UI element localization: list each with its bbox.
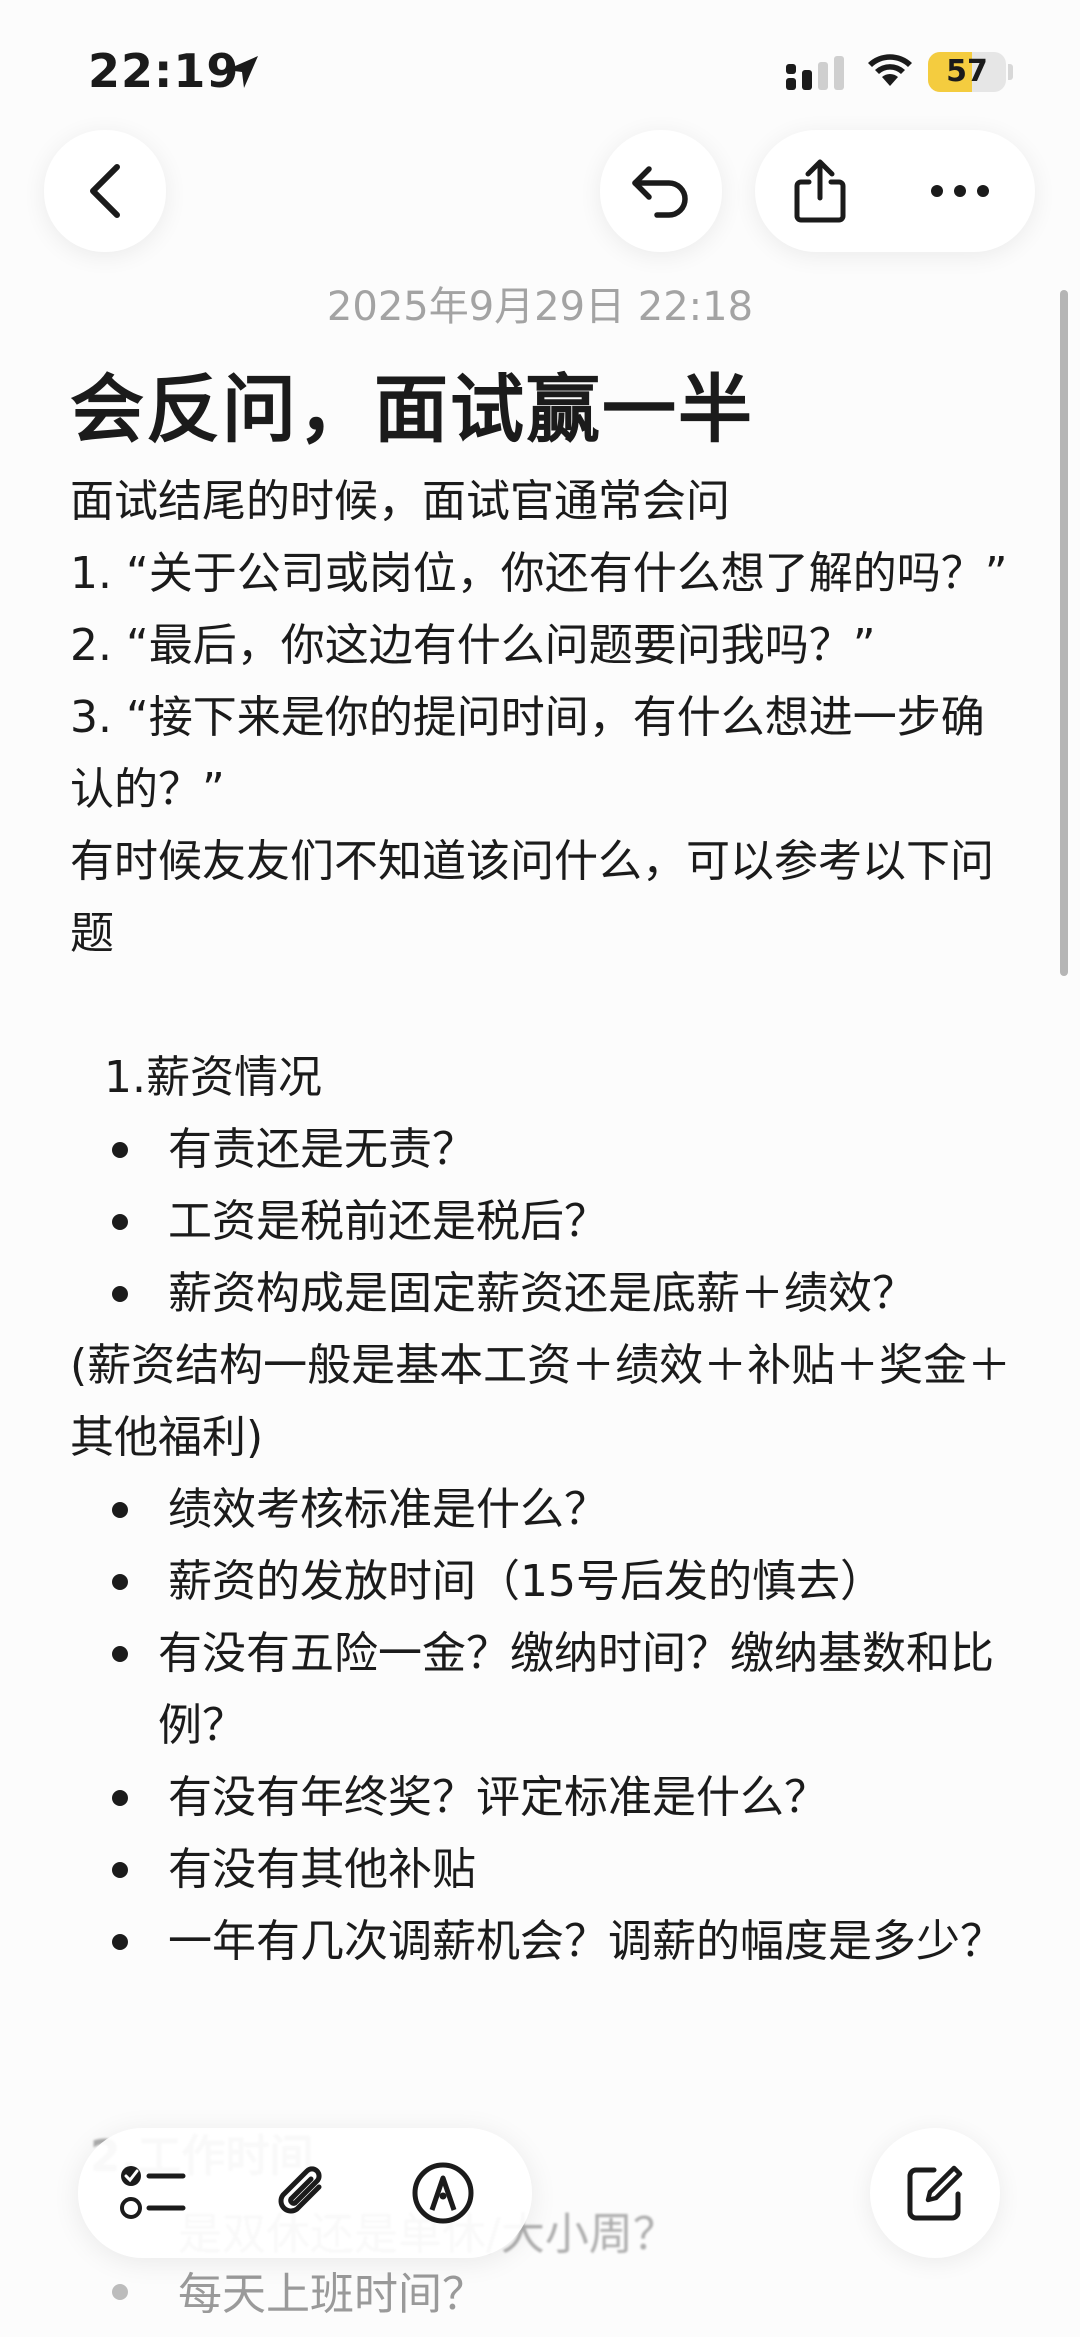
- scrollbar[interactable]: [1060, 290, 1068, 976]
- status-time: 22:19: [88, 44, 240, 98]
- intro-suggestion: 有时候友友们不知道该问什么，可以参考以下问题: [70, 836, 994, 959]
- note-date: 2025年9月29日 22:18: [326, 284, 754, 330]
- wifi-icon: [868, 54, 912, 86]
- undo-button[interactable]: [600, 130, 722, 252]
- compose-button[interactable]: [870, 2128, 1000, 2258]
- status-bar: 22:19 57: [0, 0, 1080, 130]
- markup-button[interactable]: [388, 2128, 498, 2258]
- bullet-item: 有没有其他补贴: [70, 1834, 1020, 1906]
- back-button[interactable]: [44, 130, 166, 252]
- battery-percent: 57: [946, 54, 988, 89]
- more-button[interactable]: [895, 130, 1025, 252]
- bullet-item: 绩效考核标准是什么？: [70, 1474, 1020, 1546]
- cellular-signal-icon: [786, 56, 844, 90]
- bullet-item: 薪资的发放时间（15号后发的慎去）: [70, 1546, 1020, 1618]
- ellipsis-icon: [931, 185, 989, 197]
- share-button[interactable]: [755, 130, 885, 252]
- bullet-item: 有没有五险一金？缴纳时间？缴纳基数和比例？: [70, 1618, 1020, 1762]
- bullet-item: 薪资构成是固定薪资还是底薪＋绩效？: [70, 1258, 1020, 1330]
- attach-button[interactable]: [248, 2128, 358, 2258]
- intro-question-3: 3. “接下来是你的提问时间，有什么想进一步确认的？”: [70, 692, 985, 815]
- bullet-item: 一年有几次调薪机会？调薪的幅度是多少？: [70, 1906, 1020, 1978]
- section-heading: 1.薪资情况: [104, 1052, 322, 1103]
- pen-tip-icon: [412, 2162, 474, 2224]
- bullet-item: 有没有年终奖？评定标准是什么？: [70, 1762, 1020, 1834]
- battery-tip: [1008, 64, 1013, 80]
- battery-indicator: 57: [928, 52, 1006, 92]
- intro-question-2: 2. “最后，你这边有什么问题要问我吗？”: [70, 620, 876, 671]
- share-more-group: [755, 130, 1035, 252]
- intro-line: 面试结尾的时候，面试官通常会问: [70, 476, 730, 527]
- salary-structure-note: (薪资结构一般是基本工资＋绩效＋补贴＋奖金＋其他福利): [70, 1340, 1012, 1463]
- location-arrow-icon: [226, 56, 258, 88]
- undo-icon: [632, 166, 688, 218]
- paperclip-icon: [278, 2166, 322, 2214]
- bullet-dot: [112, 2284, 128, 2300]
- checklist-button[interactable]: [98, 2128, 208, 2258]
- intro-question-1: 1. “关于公司或岗位，你还有什么想了解的吗？”: [70, 548, 1008, 599]
- compose-icon: [907, 2165, 963, 2221]
- chevron-left-icon: [90, 164, 120, 218]
- bullet-item: 工资是税前还是税后？: [70, 1186, 1020, 1258]
- bullet-item: 有责还是无责？: [70, 1114, 1020, 1186]
- bottom-toolbar: [78, 2128, 532, 2258]
- share-icon: [794, 159, 846, 223]
- note-title: 会反问，面试赢一半: [70, 367, 754, 453]
- checklist-icon: [120, 2166, 186, 2219]
- faded-bullet-item: 每天上班时间？: [70, 2258, 486, 2322]
- note-body[interactable]: 面试结尾的时候，面试官通常会问 1. “关于公司或岗位，你还有什么想了解的吗？”…: [70, 466, 1020, 1978]
- faded-line: 每天上班时间？: [178, 2269, 486, 2320]
